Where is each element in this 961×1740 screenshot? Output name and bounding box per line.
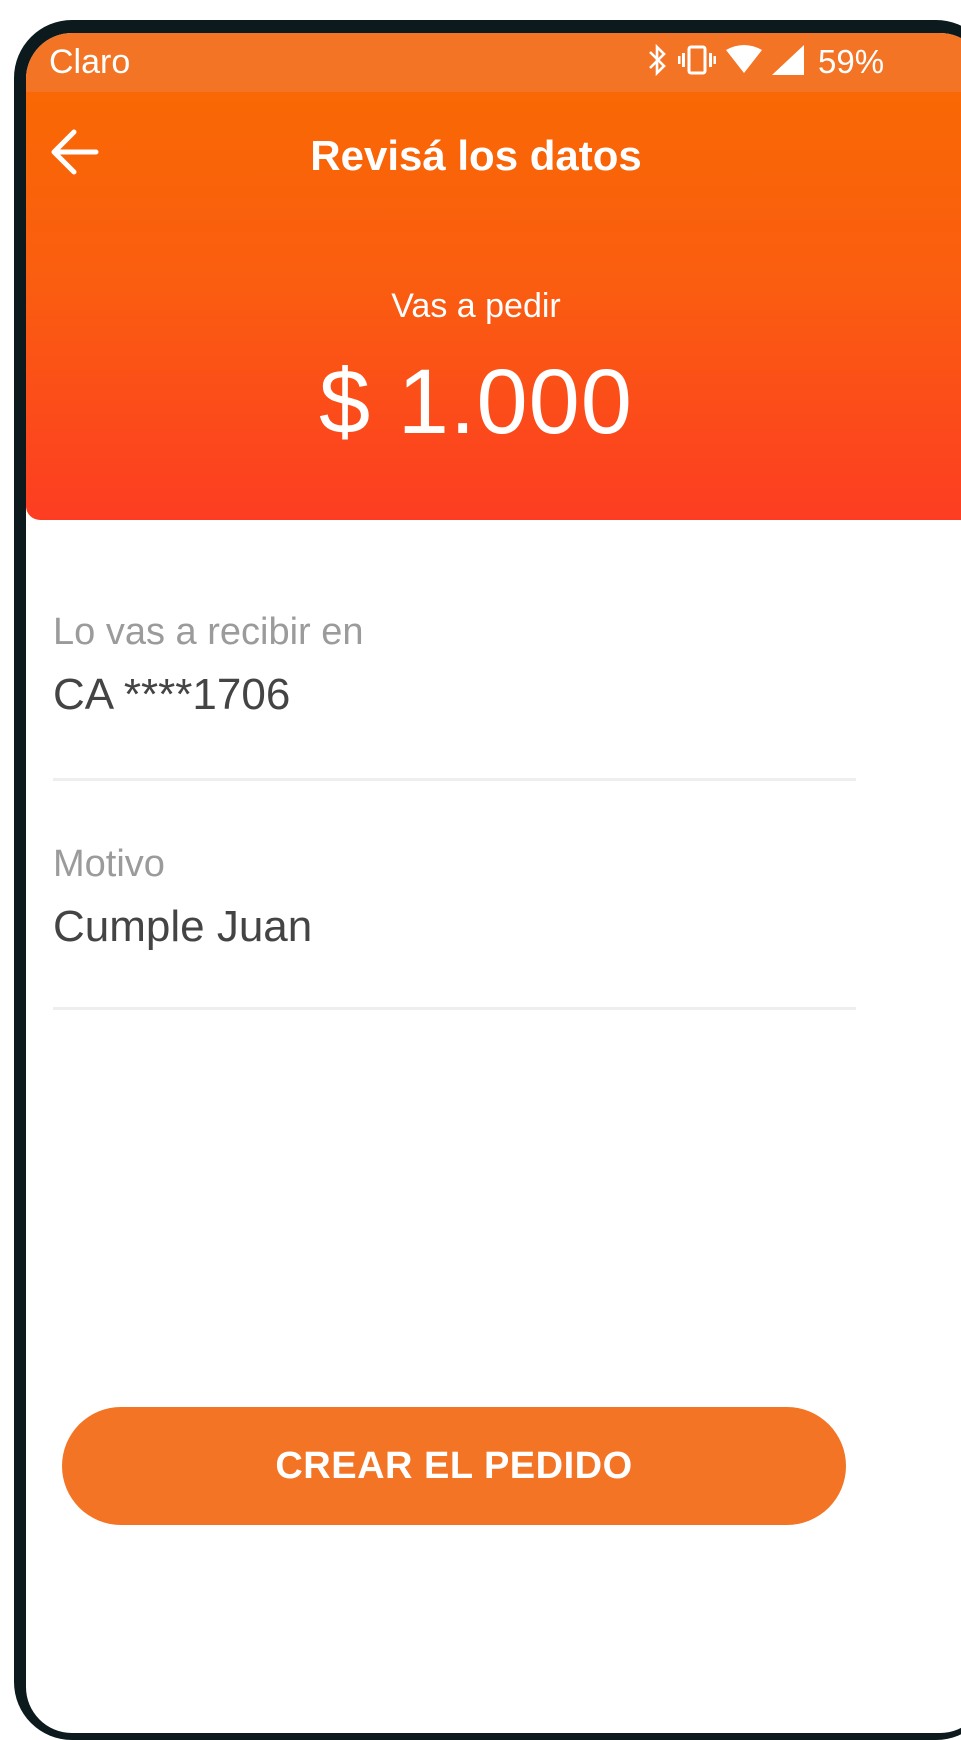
signal-icon (772, 44, 804, 80)
wifi-icon (726, 44, 762, 80)
reason-value: Cumple Juan (53, 902, 313, 951)
account-value: CA ****1706 (53, 670, 291, 719)
review-header: Revisá los datos Vas a pedir $ 1.000 (26, 92, 961, 520)
status-icons: 59% (646, 41, 884, 83)
app-screen: Claro 59% Revisá los datos Vas a pedir $… (26, 33, 961, 1733)
divider (53, 778, 856, 781)
vibrate-icon (678, 44, 716, 81)
account-field: Lo vas a recibir en CA ****1706 (53, 611, 856, 720)
bluetooth-icon (646, 43, 668, 82)
request-amount: $ 1.000 (319, 351, 633, 453)
request-subtitle: Vas a pedir (391, 287, 561, 325)
reason-label: Motivo (53, 843, 165, 885)
battery-level: 59% (818, 43, 885, 80)
divider (53, 1007, 856, 1010)
reason-field: Motivo Cumple Juan (53, 843, 856, 952)
create-request-button[interactable]: CREAR EL PEDIDO (62, 1407, 846, 1525)
account-label: Lo vas a recibir en (53, 611, 364, 653)
status-bar: Claro 59% (26, 33, 961, 92)
carrier-name: Claro (49, 43, 131, 81)
page-title: Revisá los datos (310, 132, 642, 179)
